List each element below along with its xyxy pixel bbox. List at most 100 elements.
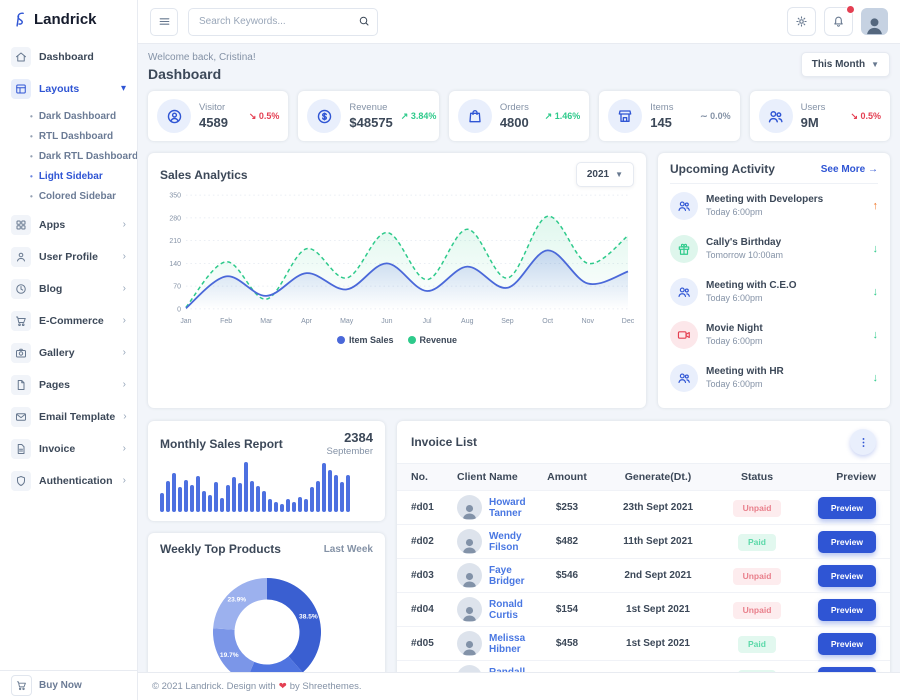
bar — [310, 487, 314, 512]
sidebar-toggle-button[interactable] — [150, 8, 178, 36]
chevron-right-icon: › — [123, 380, 126, 390]
preview-button[interactable]: Preview — [818, 633, 876, 655]
table-row: #d04 Ronald Curtis $154 1st Sept 2021 Un… — [397, 592, 890, 626]
trend-arrow: ↓ — [873, 286, 879, 298]
bar — [298, 497, 302, 512]
monthly-sales-card: Monthly Sales Report 2384 September — [148, 421, 385, 521]
sidebar: Landrick Dashboard Layouts ▾ Dark Dashbo… — [0, 0, 138, 700]
sales-analytics-title: Sales Analytics — [160, 168, 248, 182]
sidebar-item-email-template[interactable]: Email Template › — [0, 401, 137, 433]
stat-card-revenue[interactable]: Revenue $48575 ↗ 3.84% — [298, 91, 438, 141]
bar — [328, 470, 332, 513]
search-input[interactable] — [188, 8, 378, 36]
svg-text:Oct: Oct — [542, 318, 553, 325]
notifications-button[interactable] — [824, 7, 853, 36]
bar — [172, 473, 176, 512]
activity-item[interactable]: Meeting with C.E.O Today 6:00pm ↓ — [670, 270, 878, 313]
bar — [166, 481, 170, 512]
sidebar-item-apps[interactable]: Apps › — [0, 209, 137, 241]
app-window: Landrick Dashboard Layouts ▾ Dark Dashbo… — [0, 0, 900, 700]
sidebar-item-blog[interactable]: Blog › — [0, 273, 137, 305]
svg-text:May: May — [340, 318, 354, 325]
sidebar-item-layouts[interactable]: Layouts ▾ — [0, 73, 137, 105]
sidebar-subitem-colored-sidebar[interactable]: Colored Sidebar — [30, 186, 137, 206]
sidebar-item-pages[interactable]: Pages › — [0, 369, 137, 401]
preview-button[interactable]: Preview — [818, 531, 876, 553]
settings-button[interactable] — [787, 7, 816, 36]
weekly-period-label: Last Week — [324, 544, 373, 555]
preview-button[interactable]: Preview — [818, 599, 876, 621]
sidebar-subitem-rtl-dashboard[interactable]: RTL Dashboard — [30, 126, 137, 146]
sidebar-subitem-dark-dashboard[interactable]: Dark Dashboard — [30, 106, 137, 126]
monthly-sales-month: September — [327, 446, 373, 457]
year-select[interactable]: 2021 ▼ — [576, 162, 634, 187]
bar — [160, 493, 164, 512]
client-link[interactable]: Howard Tanner — [457, 495, 534, 520]
table-row: #d03 Faye Bridger $546 2nd Sept 2021 Unp… — [397, 558, 890, 592]
sidebar-subitem-light-sidebar[interactable]: Light Sidebar — [30, 166, 137, 186]
activity-item[interactable]: Cally's Birthday Tomorrow 10:00am ↓ — [670, 227, 878, 270]
table-row: #d01 Howard Tanner $253 23th Sept 2021 U… — [397, 490, 890, 524]
stat-card-users[interactable]: Users 9M ↘ 0.5% — [750, 91, 890, 141]
bar — [286, 499, 290, 512]
stat-card-orders[interactable]: Orders 4800 ↗ 1.46% — [449, 91, 589, 141]
bar — [214, 482, 218, 512]
bar — [238, 483, 242, 512]
search-icon[interactable] — [358, 15, 370, 27]
svg-text:Nov: Nov — [582, 318, 595, 325]
bar — [280, 504, 284, 512]
layout-icon — [11, 79, 31, 99]
cart-icon — [11, 675, 32, 696]
svg-text:140: 140 — [169, 261, 181, 268]
sidebar-item-gallery[interactable]: Gallery › — [0, 337, 137, 369]
activity-item[interactable]: Meeting with Developers Today 6:00pm ↑ — [670, 184, 878, 227]
stat-card-visitor[interactable]: Visitor 4589 ↘ 0.5% — [148, 91, 288, 141]
invoice-menu-button[interactable] — [850, 429, 876, 455]
home-icon — [11, 47, 31, 67]
sidebar-item-ecommerce[interactable]: E-Commerce › — [0, 305, 137, 337]
bar — [202, 491, 206, 512]
preview-button[interactable]: Preview — [818, 497, 876, 519]
user-avatar[interactable] — [861, 8, 888, 35]
bar — [256, 486, 260, 512]
bar — [340, 482, 344, 512]
svg-text:70: 70 — [173, 284, 181, 291]
table-row: #d06 Randall Case $548 28th Aug 2021 Pai… — [397, 660, 890, 672]
activity-item[interactable]: Movie Night Today 6:00pm ↓ — [670, 313, 878, 356]
monthly-sales-bar-chart — [160, 462, 373, 512]
brand-logo[interactable]: Landrick — [0, 0, 137, 37]
bar — [292, 502, 296, 512]
sidebar-item-user-profile[interactable]: User Profile › — [0, 241, 137, 273]
activity-item[interactable]: Meeting with HR Today 6:00pm ↓ — [670, 356, 878, 399]
layouts-submenu: Dark Dashboard RTL Dashboard Dark RTL Da… — [0, 105, 137, 209]
svg-text:38.5%: 38.5% — [299, 613, 318, 620]
status-badge: Unpaid — [733, 568, 782, 585]
bar — [226, 485, 230, 513]
dashboard-content: Welcome back, Cristina! Dashboard This M… — [138, 44, 900, 672]
chevron-right-icon: › — [123, 252, 126, 262]
more-vertical-icon — [857, 436, 870, 449]
avatar — [457, 529, 482, 554]
sidebar-subitem-dark-rtl-dashboard[interactable]: Dark RTL Dashboard — [30, 146, 137, 166]
chevron-right-icon: › — [123, 476, 126, 486]
client-link[interactable]: Randall Case — [457, 665, 534, 672]
welcome-text: Welcome back, Cristina! — [148, 52, 256, 63]
client-link[interactable]: Melissa Hibner — [457, 631, 534, 656]
sidebar-item-dashboard[interactable]: Dashboard — [0, 41, 137, 73]
sidebar-item-invoice[interactable]: Invoice › — [0, 433, 137, 465]
sidebar-item-authentication[interactable]: Authentication › — [0, 465, 137, 497]
gear-icon — [795, 15, 808, 28]
preview-button[interactable]: Preview — [818, 565, 876, 587]
grid-icon — [11, 215, 31, 235]
bar — [220, 498, 224, 512]
client-link[interactable]: Faye Bridger — [457, 563, 534, 588]
buy-now-button[interactable]: Buy Now — [0, 670, 137, 700]
svg-text:Aug: Aug — [461, 318, 474, 325]
client-link[interactable]: Ronald Curtis — [457, 597, 534, 622]
client-link[interactable]: Wendy Filson — [457, 529, 534, 554]
stat-card-items[interactable]: Items 145 ∼ 0.0% — [599, 91, 739, 141]
see-more-link[interactable]: See More → — [821, 164, 878, 175]
trend-arrow: ↓ — [873, 329, 879, 341]
period-select[interactable]: This Month ▼ — [801, 52, 890, 77]
svg-text:23.9%: 23.9% — [227, 596, 246, 603]
